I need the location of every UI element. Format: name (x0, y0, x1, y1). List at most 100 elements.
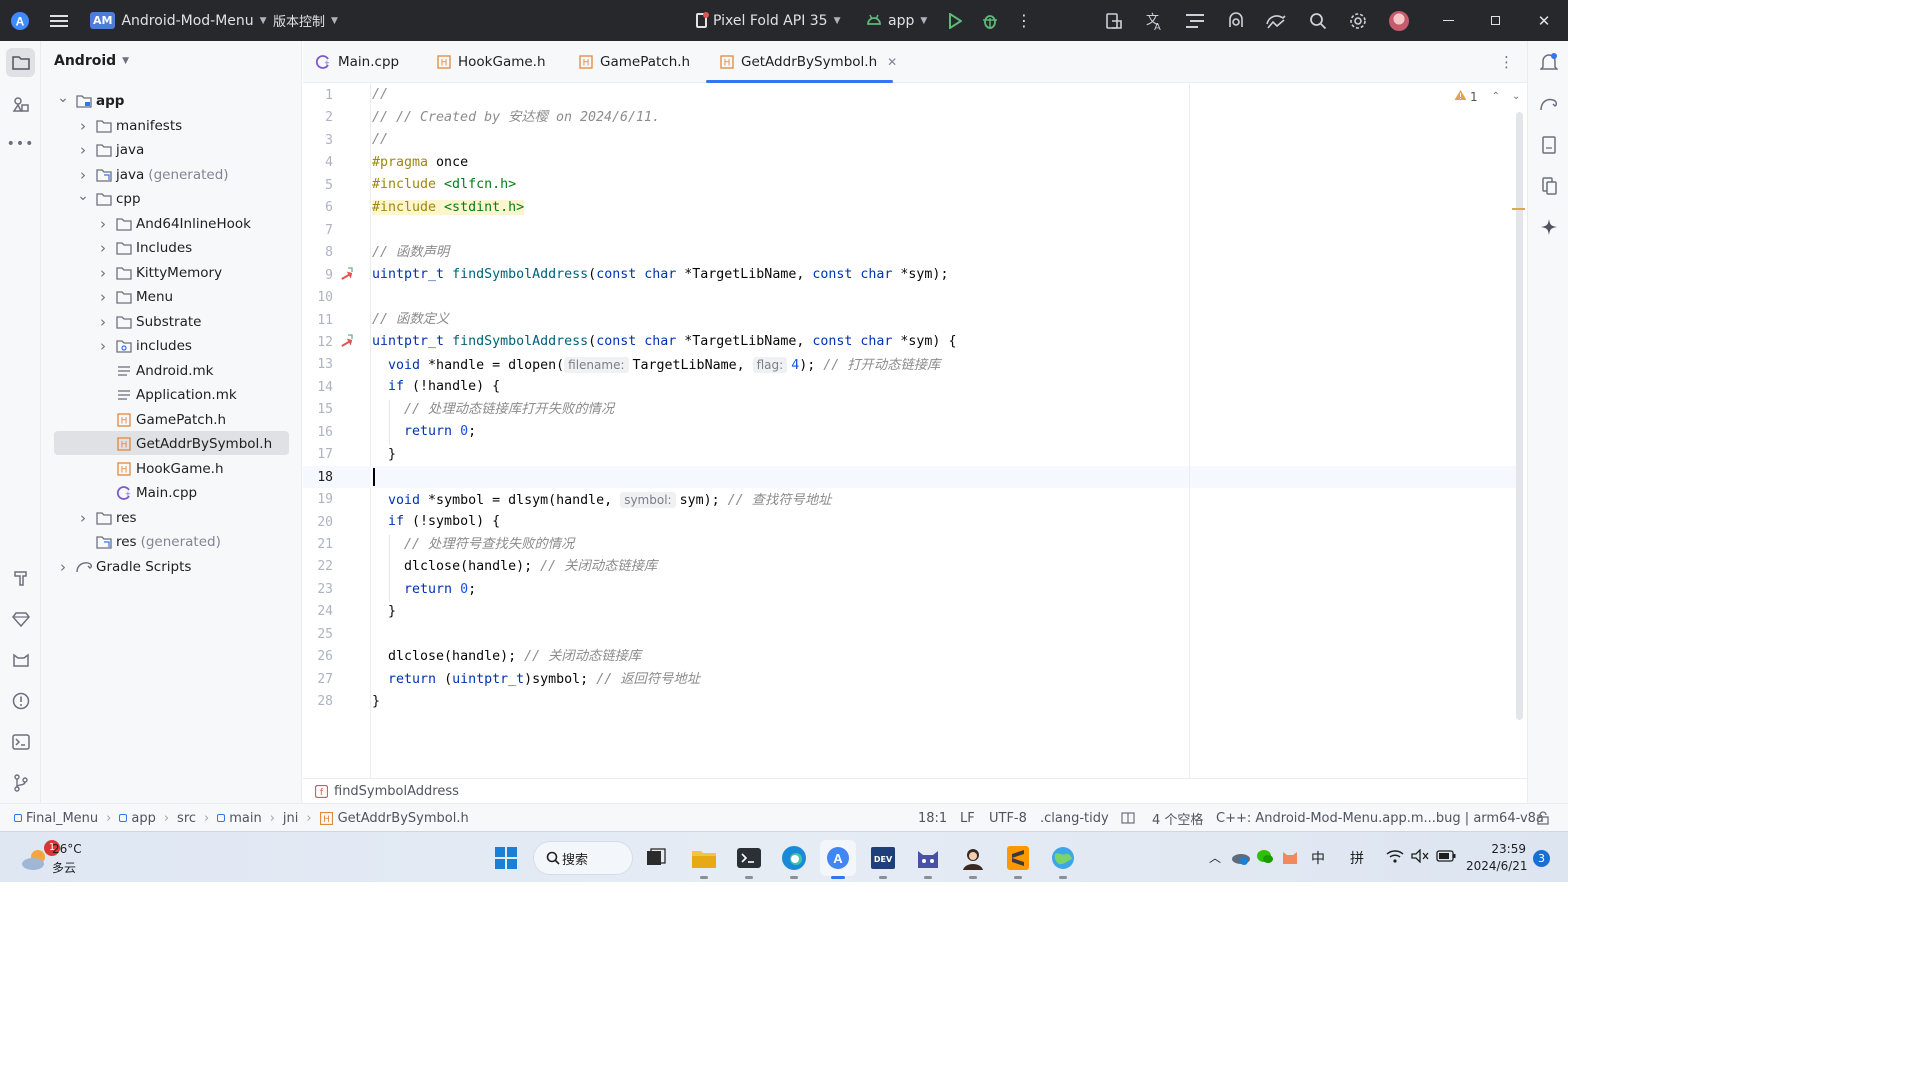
file-explorer-icon[interactable] (686, 840, 722, 879)
tree-item-manifests[interactable]: › manifests (76, 114, 182, 138)
tree-item-java-generated[interactable]: › java (generated) (76, 163, 229, 187)
indent-setting[interactable]: 4 个空格 (1152, 804, 1203, 832)
line-number[interactable]: 8 (303, 245, 333, 260)
tree-item-main-cpp[interactable]: + Main.cpp (96, 481, 197, 505)
chevron-right-icon[interactable]: › (96, 264, 110, 282)
line-number[interactable]: 9 (303, 268, 333, 283)
line-number[interactable]: 12 (303, 335, 333, 350)
cat-app-icon[interactable] (910, 840, 946, 879)
tree-item-and64inlinehook[interactable]: › And64InlineHook (96, 212, 251, 236)
project-view-selector[interactable]: Android ▼ (54, 53, 129, 69)
clang-tidy-status[interactable]: .clang-tidy (1040, 804, 1109, 832)
main-menu-icon[interactable] (50, 0, 68, 41)
tree-item-getaddrbysymbol-h[interactable]: H GetAddrBySymbol.h (96, 432, 272, 456)
path-segment[interactable]: src (177, 811, 196, 826)
sync-gradle-icon[interactable] (1256, 0, 1296, 41)
onedrive-icon[interactable] (1231, 849, 1251, 869)
function-breadcrumb[interactable]: f findSymbolAddress (303, 778, 1527, 803)
line-number[interactable]: 19 (303, 492, 333, 507)
chevron-right-icon[interactable]: › (76, 141, 90, 159)
device-file-explorer-icon[interactable] (1536, 132, 1562, 158)
tab-getaddrbysymbol-h[interactable]: H GetAddrBySymbol.h ✕ (720, 41, 897, 83)
avatar-app-icon[interactable] (955, 840, 991, 879)
next-highlight-icon[interactable]: ⌄ (1512, 91, 1520, 102)
file-encoding[interactable]: UTF-8 (989, 804, 1027, 832)
terminal-app-icon[interactable] (731, 840, 767, 879)
chevron-down-icon[interactable]: ⌄ (76, 188, 90, 204)
line-number[interactable]: 22 (303, 559, 333, 574)
line-number[interactable]: 4 (303, 155, 333, 170)
more-tools-icon[interactable]: ••• (6, 129, 35, 158)
git-branch-icon[interactable] (6, 768, 35, 797)
logcat-icon[interactable] (1175, 0, 1215, 41)
cpp-context[interactable]: C++: Android-Mod-Menu.app.m...bug | arm6… (1216, 804, 1544, 832)
sublime-text-icon[interactable] (1000, 840, 1036, 879)
chevron-right-icon[interactable]: › (96, 215, 110, 233)
path-segment[interactable]: Final_Menu (26, 811, 98, 826)
gem-icon[interactable] (6, 604, 35, 633)
logcat-cat-icon[interactable] (6, 645, 35, 674)
ai-assistant-sparkle-icon[interactable] (1536, 214, 1562, 240)
chevron-right-icon[interactable]: › (76, 509, 90, 527)
search-icon[interactable] (1298, 0, 1338, 41)
problems-icon[interactable] (6, 686, 35, 715)
tab-options-icon[interactable]: ⋮ (1499, 53, 1514, 71)
project-tool-folder-icon[interactable] (6, 48, 35, 77)
line-number[interactable]: 14 (303, 380, 333, 395)
line-number[interactable]: 17 (303, 447, 333, 462)
line-number[interactable]: 10 (303, 290, 333, 305)
tab-gamepatch-h[interactable]: H GamePatch.h (579, 41, 690, 83)
line-number[interactable]: 11 (303, 313, 333, 328)
line-number[interactable]: 15 (303, 402, 333, 417)
restore-icon[interactable] (1475, 0, 1515, 41)
line-number[interactable]: 26 (303, 649, 333, 664)
close-tab-icon[interactable]: ✕ (887, 55, 897, 69)
line-number[interactable]: 5 (303, 178, 333, 193)
line-number[interactable]: 25 (303, 627, 333, 642)
line-number[interactable]: 23 (303, 582, 333, 597)
path-segment[interactable]: jni (283, 811, 298, 826)
wechat-icon[interactable] (1256, 849, 1274, 869)
chevron-right-icon[interactable]: › (76, 117, 90, 135)
running-devices-icon[interactable] (1536, 173, 1562, 199)
tray-app-icon[interactable] (1281, 848, 1299, 870)
tab-hookgame-h[interactable]: H HookGame.h (437, 41, 546, 83)
vcs-menu[interactable]: 版本控制 ▼ (273, 0, 338, 41)
volume-muted-icon[interactable] (1411, 848, 1429, 867)
more-actions-icon[interactable]: ⋮ (1004, 0, 1044, 41)
translate-icon[interactable]: 文A (1134, 0, 1174, 41)
path-segment[interactable]: main (229, 811, 261, 826)
minimize-icon[interactable] (1428, 0, 1468, 41)
ime-mode[interactable]: 拼 (1350, 848, 1364, 868)
warning-stripe-marker[interactable] (1512, 208, 1525, 210)
tree-item-java[interactable]: › java (76, 138, 144, 162)
read-only-book-icon[interactable] (1121, 804, 1135, 832)
go-to-declaration-icon[interactable] (339, 333, 355, 353)
project-selector[interactable]: AM Android-Mod-Menu ▼ (90, 0, 267, 41)
line-number[interactable]: 7 (303, 223, 333, 238)
windows-start-icon[interactable] (488, 840, 524, 876)
line-number[interactable]: 13 (303, 357, 333, 372)
device-manager-icon[interactable] (1094, 0, 1134, 41)
tree-item-gamepatch-h[interactable]: H GamePatch.h (96, 408, 226, 432)
run-icon[interactable] (935, 0, 975, 41)
line-number[interactable]: 27 (303, 672, 333, 687)
browser-globe-icon[interactable] (1045, 840, 1081, 879)
notifications-bell-icon[interactable] (1536, 49, 1562, 75)
tree-item-substrate[interactable]: › Substrate (96, 310, 201, 334)
chevron-right-icon[interactable]: › (96, 288, 110, 306)
editor-scrollbar[interactable] (1516, 112, 1523, 720)
battery-icon[interactable] (1436, 850, 1456, 866)
inspection-widget[interactable]: 1 ⌃ ⌄ (1454, 89, 1520, 104)
settings-gear-icon[interactable] (1338, 0, 1378, 41)
line-number[interactable]: 16 (303, 425, 333, 440)
tree-item-res-generated[interactable]: res (generated) (76, 530, 221, 554)
caret-position[interactable]: 18:1 (918, 804, 947, 832)
tab-main-cpp[interactable]: + Main.cpp (315, 41, 399, 83)
tree-item-app[interactable]: ⌄ app (56, 89, 124, 113)
tree-item-includes[interactable]: › includes (96, 334, 192, 358)
tree-item-android-mk[interactable]: Android.mk (96, 359, 213, 383)
gradle-elephant-icon[interactable] (1536, 91, 1562, 117)
tree-item-res[interactable]: › res (76, 506, 137, 530)
build-hammer-icon[interactable] (6, 563, 35, 592)
